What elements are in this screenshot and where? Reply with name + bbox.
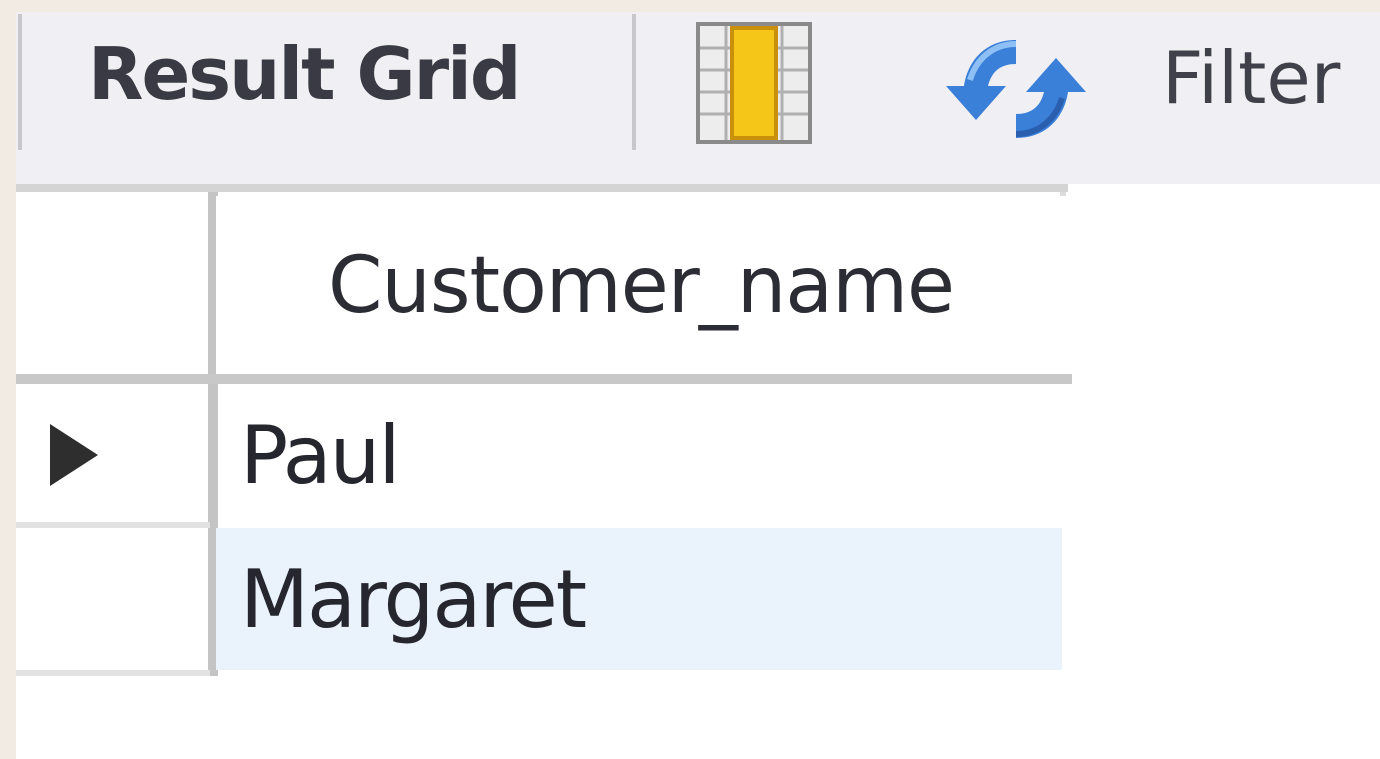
result-toolbar: Result Grid Filter	[16, 12, 1380, 184]
refresh-icon[interactable]	[946, 30, 1086, 148]
sql-result-panel: Result Grid Filter Customer_name Paul Ma…	[16, 12, 1380, 759]
row-separator	[16, 522, 210, 528]
filter-rows-label[interactable]: Filter	[1162, 42, 1340, 114]
table-row[interactable]: Paul	[216, 384, 1062, 526]
row-separator	[16, 670, 210, 676]
result-grid: Customer_name Paul Margaret	[16, 184, 1380, 759]
header-separator	[16, 374, 1072, 384]
grid-column-icon[interactable]	[696, 22, 812, 144]
grid-border	[16, 184, 1068, 192]
result-grid-tab[interactable]: Result Grid	[88, 38, 521, 110]
toolbar-separator	[18, 14, 22, 150]
toolbar-separator	[632, 14, 636, 150]
table-row[interactable]: Margaret	[216, 528, 1062, 670]
column-header-customer-name[interactable]: Customer_name	[216, 196, 1066, 376]
current-row-indicator-icon	[44, 384, 104, 526]
